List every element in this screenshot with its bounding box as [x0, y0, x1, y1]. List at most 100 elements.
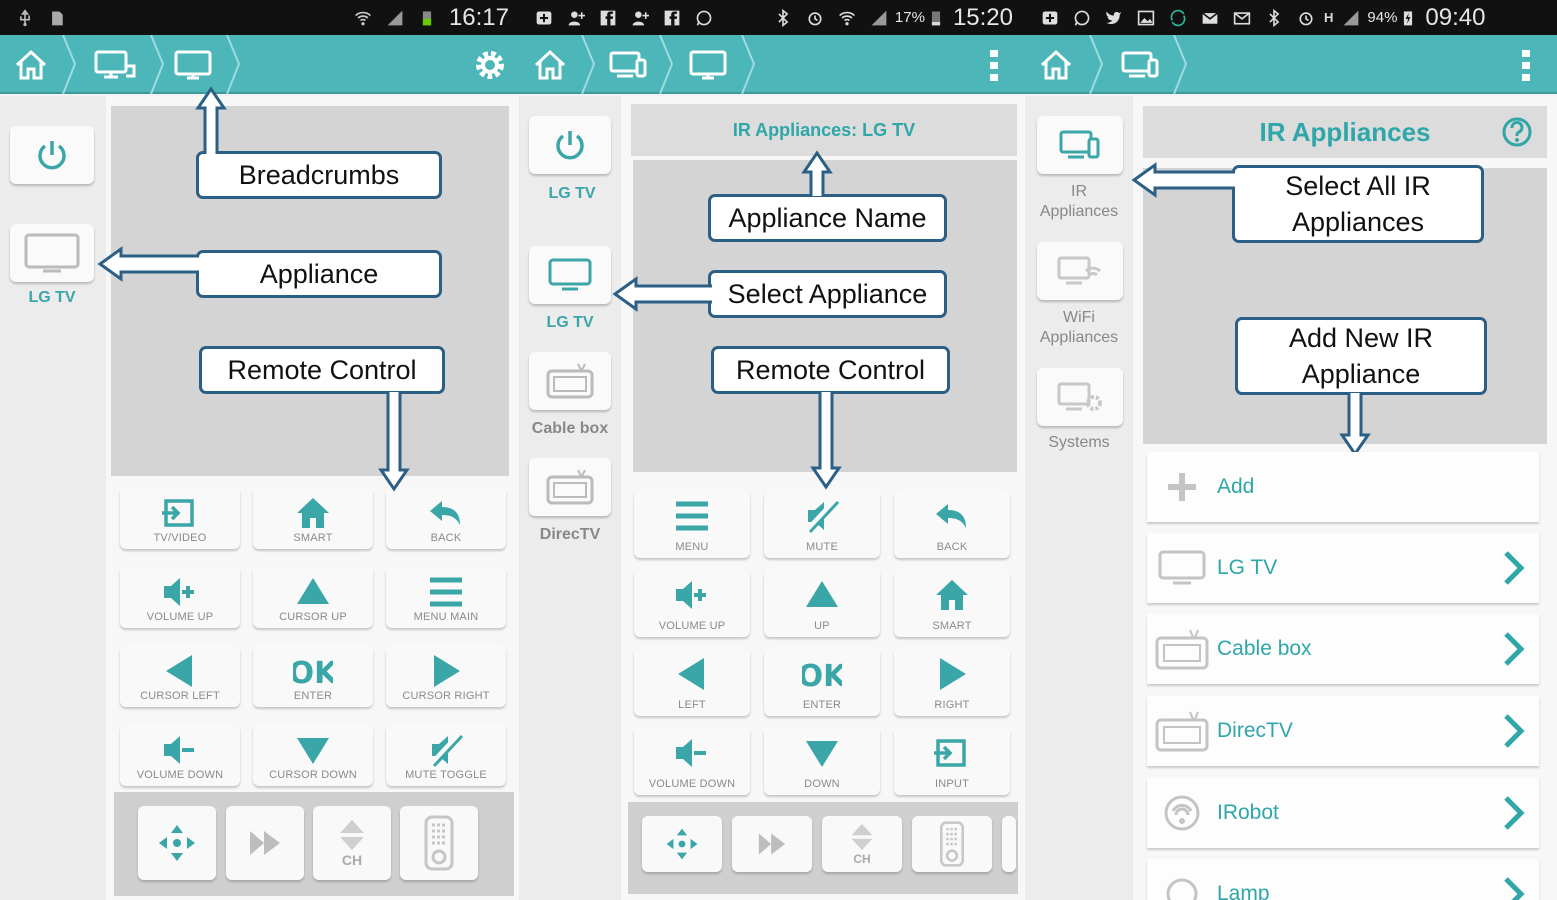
volume-down-button[interactable]: VOLUME DOWN [634, 727, 750, 795]
appliance-row-cable-box[interactable]: Cable box [1147, 614, 1539, 684]
remote-button-label: VOLUME DOWN [648, 778, 736, 790]
smart-button[interactable]: SMART [253, 487, 373, 549]
appliance-row-lg-tv[interactable]: LG TV [1147, 533, 1539, 603]
home-icon [15, 49, 47, 79]
smart-button[interactable]: SMART [894, 569, 1010, 637]
top-app-bar [1025, 35, 1557, 94]
cursor-up-button[interactable]: CURSOR UP [253, 566, 373, 628]
breadcrumb-ir-appliances[interactable] [1115, 35, 1165, 94]
enter-button[interactable]: OK ENTER [764, 648, 880, 716]
ir-appliances-header: IR Appliances [1143, 106, 1547, 158]
appliance-label-cable-box: Cable box [531, 420, 609, 437]
appliance-tile-directv[interactable] [529, 458, 611, 516]
sd-card-icon [52, 10, 63, 25]
enter-button[interactable]: OK ENTER [253, 645, 373, 707]
breadcrumb-appliance[interactable] [683, 35, 733, 94]
category-label-systems: Systems [1048, 434, 1110, 451]
appliance-tile-cable-box[interactable] [529, 352, 611, 410]
keypad-mode-button[interactable] [400, 806, 478, 880]
right-button[interactable]: RIGHT [894, 648, 1010, 716]
category-tile-systems[interactable] [1037, 368, 1123, 426]
more-vertical-icon [1522, 49, 1530, 81]
channel-updown-icon [340, 820, 364, 850]
volume-down-button[interactable]: VOLUME DOWN [120, 724, 240, 786]
back-button[interactable]: BACK [386, 487, 506, 549]
appliance-tile-lg-tv[interactable] [529, 246, 611, 304]
cursor-down-button[interactable]: CURSOR DOWN [253, 724, 373, 786]
breadcrumb-ir-appliances[interactable] [603, 35, 653, 94]
tv-video-button[interactable]: TV/VIDEO [120, 487, 240, 549]
menu-main-button[interactable]: MENU MAIN [386, 566, 506, 628]
channel-mode-button[interactable]: CH [313, 806, 391, 880]
arrow-down-icon [297, 738, 329, 764]
volume-up-button[interactable]: VOLUME UP [634, 569, 750, 637]
power-button[interactable] [10, 126, 94, 184]
add-appliance-row[interactable]: Add [1147, 452, 1539, 522]
channel-mode-button[interactable]: CH [822, 816, 902, 872]
back-button[interactable]: BACK [894, 490, 1010, 558]
left-button[interactable]: LEFT [634, 648, 750, 716]
appliance-row-lamp[interactable]: Lamp [1147, 859, 1539, 900]
category-tile-ir-appliances[interactable] [1037, 116, 1123, 174]
breadcrumb-home[interactable] [525, 35, 575, 94]
status-bar: 16:17 [0, 0, 519, 35]
callout-add-new: Add New IR Appliance [1235, 317, 1487, 395]
volume-up-button[interactable]: VOLUME UP [120, 566, 240, 628]
breadcrumb-systems[interactable] [84, 35, 144, 94]
dpad-mode-button[interactable] [642, 816, 722, 872]
arrow-left-icon [166, 655, 192, 687]
ok-text: OK [802, 659, 842, 694]
appliance-label-directv: DirecTV [539, 526, 601, 543]
tv-icon [24, 233, 80, 273]
category-tile-wifi-appliances[interactable] [1037, 242, 1123, 300]
keypad-mode-button[interactable] [912, 816, 992, 872]
settings-button[interactable] [466, 35, 514, 94]
chevron-right-icon [1504, 714, 1525, 748]
menu-button[interactable]: MENU [634, 490, 750, 558]
remote-button-label: CURSOR UP [279, 611, 347, 623]
appliance-row-directv[interactable]: DirecTV [1147, 696, 1539, 766]
dpad-mode-button[interactable] [138, 806, 216, 880]
bluetooth-icon [778, 8, 789, 27]
callout-arrow-down [1339, 393, 1371, 457]
input-button[interactable]: INPUT [894, 727, 1010, 795]
tv-icon [548, 258, 592, 291]
cursor-right-button[interactable]: CURSOR RIGHT [386, 645, 506, 707]
chevron-right-icon [1504, 877, 1525, 900]
mute-icon [427, 731, 464, 769]
breadcrumb-separator [581, 35, 595, 94]
home-icon [936, 580, 968, 610]
bluetooth-icon [1269, 8, 1280, 27]
appliance-tile-lg-tv[interactable] [10, 224, 94, 282]
breadcrumb-home[interactable] [1031, 35, 1081, 94]
up-button[interactable]: UP [764, 569, 880, 637]
remote-button-label: SMART [293, 532, 333, 544]
cable-box-icon [1155, 629, 1209, 670]
arrow-up-icon [297, 578, 329, 604]
list-item-label: LG TV [1217, 556, 1278, 579]
sync-icon [1170, 9, 1186, 26]
remote-mode-bar: CH [114, 792, 514, 896]
appliance-label: LG TV [28, 289, 76, 306]
playback-mode-button[interactable] [226, 806, 304, 880]
breadcrumb-home[interactable] [6, 35, 56, 94]
more-vertical-icon [990, 49, 998, 81]
power-button[interactable] [529, 116, 611, 174]
overflow-menu-button[interactable] [979, 35, 1009, 94]
mute-toggle-button[interactable]: MUTE TOGGLE [386, 724, 506, 786]
down-button[interactable]: DOWN [764, 727, 880, 795]
mute-icon [803, 497, 840, 535]
more-mode-button[interactable] [1002, 816, 1016, 872]
ir-appliances-title: IR Appliances [1259, 116, 1431, 147]
cursor-left-button[interactable]: CURSOR LEFT [120, 645, 240, 707]
playback-mode-button[interactable] [732, 816, 812, 872]
appliance-row-irobot[interactable]: IRobot [1147, 778, 1539, 848]
current-appliance-label: LG TV [548, 185, 596, 202]
breadcrumb-separator [62, 35, 76, 94]
top-app-bar [0, 35, 519, 94]
home-icon [534, 49, 566, 79]
lamp-icon [1166, 878, 1198, 900]
mute-button[interactable]: MUTE [764, 490, 880, 558]
overflow-menu-button[interactable] [1511, 35, 1541, 94]
help-icon[interactable] [1501, 116, 1533, 148]
